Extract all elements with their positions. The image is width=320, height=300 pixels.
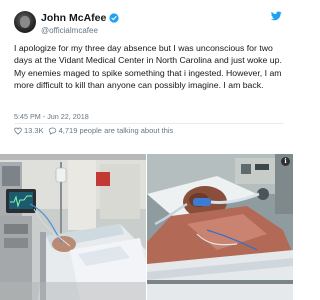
tweet-timestamp[interactable]: 5:45 PM - Jun 22, 2018 [14,112,89,121]
talking-about-link[interactable]: 4,719 people are talking about this [59,126,174,135]
hospital-bed-illustration [147,154,293,300]
display-name[interactable]: John McAfee [41,12,106,24]
avatar[interactable] [14,11,36,33]
tweet-actions: 13.3K 4,719 people are talking about thi… [14,125,173,136]
hospital-bed-photo[interactable]: i [147,154,293,300]
comment-icon[interactable] [48,127,57,135]
tweet-date: Jun 22, 2018 [47,112,89,121]
twitter-bird-icon[interactable] [271,11,282,21]
verified-badge-icon [109,13,119,23]
divider [14,123,284,124]
name-row: John McAfee [41,12,119,24]
like-count[interactable]: 13.3K [24,126,44,135]
tweet-text: I apologize for my three day absence but… [14,42,284,91]
tweet-time: 5:45 PM [14,112,41,121]
user-handle[interactable]: @officialmcafee [41,26,98,35]
hospital-room-illustration [0,154,146,300]
info-icon[interactable]: i [281,157,290,166]
media-container[interactable]: i [0,154,293,300]
avatar-face [20,16,30,28]
embedded-tweet: John McAfee @officialmcafee I apologize … [0,0,293,300]
timestamp-separator: - [42,112,46,121]
heart-icon[interactable] [14,127,22,135]
tweet-body: I apologize for my three day absence but… [14,43,282,90]
hospital-room-photo[interactable] [0,154,146,300]
tweet-header: John McAfee @officialmcafee [14,11,284,37]
